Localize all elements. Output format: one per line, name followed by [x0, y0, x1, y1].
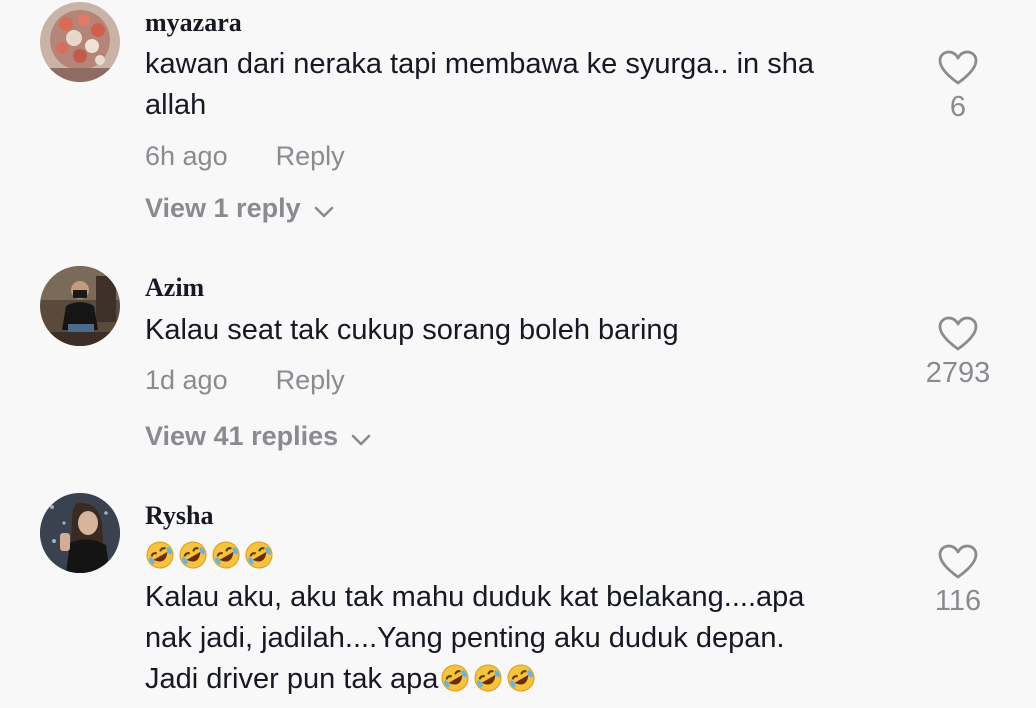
comment-text-line: kawan dari neraka tapi membawa ke syurga… — [145, 48, 814, 80]
avatar[interactable] — [40, 2, 120, 82]
comment-emoji-line — [145, 536, 905, 577]
chevron-down-icon — [350, 422, 372, 454]
like-control: 116 — [918, 544, 998, 618]
reply-button[interactable]: Reply — [276, 140, 345, 172]
comment-timestamp: 6h ago — [145, 141, 228, 171]
comment-username[interactable]: Rysha — [145, 501, 213, 531]
comment-text: Kalau seat tak cukup sorang boleh baring — [145, 310, 905, 351]
comment-text-line: Kalau aku, aku tak mahu duduk kat belaka… — [145, 581, 805, 613]
like-count: 6 — [949, 91, 967, 123]
avatar[interactable] — [40, 266, 120, 346]
like-count: 2793 — [925, 357, 991, 389]
rolling-on-floor-laughing-emoji — [178, 540, 208, 570]
heart-outline-icon[interactable] — [938, 544, 978, 580]
comment-username[interactable]: myazara — [145, 8, 242, 38]
rolling-on-floor-laughing-emoji — [473, 663, 503, 693]
heart-outline-icon[interactable] — [938, 50, 978, 86]
comment-meta: 6h ago Reply — [145, 140, 345, 172]
rolling-on-floor-laughing-emoji — [145, 540, 175, 570]
avatar[interactable] — [40, 493, 120, 573]
comment-text-line: Kalau seat tak cukup sorang boleh baring — [145, 314, 679, 346]
comment-text-line: allah — [145, 89, 207, 121]
comment-username[interactable]: Azim — [145, 273, 204, 303]
comment-text: Kalau aku, aku tak mahu duduk kat belaka… — [145, 536, 905, 700]
reply-button[interactable]: Reply — [276, 364, 345, 396]
view-replies-label: View 41 replies — [145, 421, 339, 451]
view-replies-label: View 1 reply — [145, 193, 301, 223]
heart-outline-icon[interactable] — [938, 316, 978, 352]
like-control: 6 — [918, 50, 998, 124]
comment-text-line: nak jadi, jadilah....Yang penting aku du… — [145, 622, 785, 654]
like-control: 2793 — [918, 316, 998, 390]
comment-text: kawan dari neraka tapi membawa ke syurga… — [145, 44, 905, 126]
view-replies-button[interactable]: View 1 reply — [145, 192, 335, 226]
rolling-on-floor-laughing-emoji — [244, 540, 274, 570]
rolling-on-floor-laughing-emoji — [506, 663, 536, 693]
view-replies-button[interactable]: View 41 replies — [145, 420, 372, 454]
chevron-down-icon — [313, 194, 335, 226]
comment-text-line: Jadi driver pun tak apa — [145, 659, 905, 700]
rolling-on-floor-laughing-emoji — [211, 540, 241, 570]
comment-meta: 1d ago Reply — [145, 364, 345, 396]
rolling-on-floor-laughing-emoji — [440, 663, 470, 693]
like-count: 116 — [934, 585, 982, 617]
comment-text-fragment: Jadi driver pun tak apa — [145, 663, 439, 695]
comment-timestamp: 1d ago — [145, 365, 228, 395]
